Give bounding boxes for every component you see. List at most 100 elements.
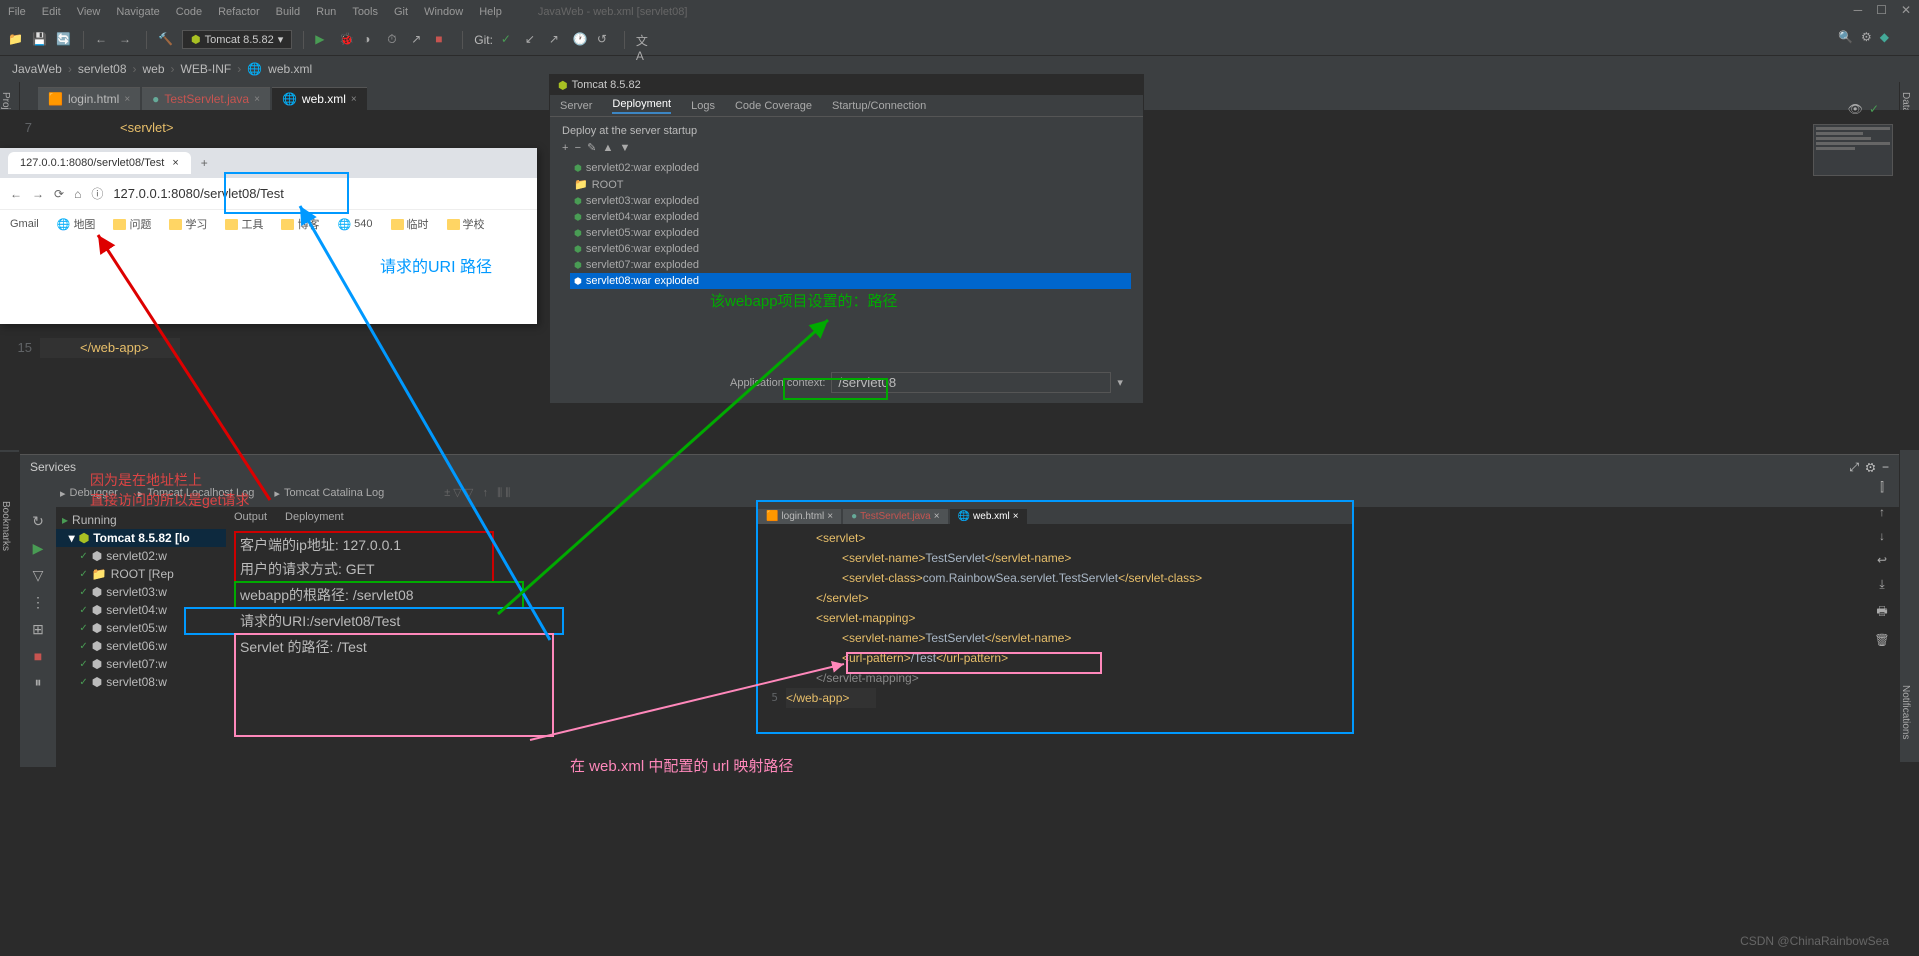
main-toolbar: 📁 💾 🔄 ← → 🔨 ⬢ Tomcat 8.5.82 ▾ ▶ 🐞 ◑ ⏱ ↗ … <box>0 24 1919 56</box>
svc-debug-icon[interactable]: ▶ <box>33 540 44 557</box>
browser-forward-icon[interactable]: → <box>32 187 44 201</box>
menu-build[interactable]: Build <box>276 6 300 18</box>
svc-more-icon[interactable]: ⋮ <box>31 594 45 611</box>
browser-reload-icon[interactable]: ⟳ <box>54 187 64 201</box>
hammer-icon[interactable]: 🔨 <box>158 32 174 48</box>
menu-help[interactable]: Help <box>479 6 502 18</box>
inner-code[interactable]: <servlet> <servlet-name>TestServlet</ser… <box>778 524 1352 734</box>
tab-webxml[interactable]: 🌐web.xml× <box>272 87 367 110</box>
cfg-tab-startup[interactable]: Startup/Connection <box>832 100 926 112</box>
coverage-icon[interactable]: ◑ <box>363 32 379 48</box>
git-update-icon[interactable]: ✓ <box>501 32 517 48</box>
menu-run[interactable]: Run <box>316 6 336 18</box>
run-config-dropdown[interactable]: ⬢ Tomcat 8.5.82 ▾ <box>182 30 292 49</box>
artifact-list[interactable]: ⬢servlet02:war exploded 📁ROOT ⬢servlet03… <box>562 160 1131 289</box>
minimap[interactable] <box>1813 124 1893 176</box>
trash-icon[interactable]: 🗑 <box>1874 633 1889 647</box>
bookmark-tools[interactable]: 工具 <box>225 216 263 232</box>
bookmark-school[interactable]: 学校 <box>447 216 485 232</box>
menu-window[interactable]: Window <box>424 6 463 18</box>
run-icon[interactable]: ▶ <box>315 32 331 48</box>
tab-login[interactable]: 🟧login.html× <box>38 87 140 110</box>
stop-icon[interactable]: ■ <box>435 32 451 48</box>
open-icon[interactable]: 📁 <box>8 32 24 48</box>
forward-icon[interactable]: → <box>119 32 135 48</box>
svc-group-icon[interactable]: ⊞ <box>32 621 44 638</box>
browser-tab[interactable]: 127.0.0.1:8080/servlet08/Test× <box>8 152 191 174</box>
down-button[interactable]: ▼ <box>619 142 630 154</box>
bookmark-blog[interactable]: 博客 <box>281 216 319 232</box>
ie-tab-webxml[interactable]: 🌐 web.xml × <box>950 509 1027 524</box>
edit-artifact-button[interactable]: ✎ <box>587 142 596 154</box>
svc-pause-icon[interactable]: ⏸ <box>35 674 42 691</box>
output-tab[interactable]: Output <box>234 511 267 523</box>
up-button[interactable]: ▲ <box>602 142 613 154</box>
git-commit-icon[interactable]: ↙ <box>525 32 541 48</box>
close-button[interactable]: ✕ <box>1901 3 1911 17</box>
bookmark-temp[interactable]: 临时 <box>391 216 429 232</box>
new-tab-button[interactable]: + <box>201 156 208 170</box>
deployment-tab[interactable]: Deployment <box>285 511 344 523</box>
maximize-button[interactable]: ☐ <box>1876 3 1887 17</box>
notifications-tool[interactable]: Notifications <box>1900 685 1919 739</box>
browser-back-icon[interactable]: ← <box>10 187 22 201</box>
svc-run-icon[interactable]: ↻ <box>32 513 44 530</box>
menu-navigate[interactable]: Navigate <box>116 6 159 18</box>
tomcat-icon: ⬢ <box>191 33 201 46</box>
ie-tab-login[interactable]: 🟧 login.html × <box>758 509 841 524</box>
minimize-button[interactable]: ─ <box>1854 3 1863 17</box>
svc-stop-icon[interactable]: ■ <box>34 648 42 664</box>
search-icon[interactable]: 🔍 <box>1838 30 1853 44</box>
inspection-widget[interactable]: 👁 ✓ <box>1848 102 1879 116</box>
tab-testservlet[interactable]: ●TestServlet.java× <box>142 87 270 110</box>
ie-tab-servlet[interactable]: ●TestServlet.java × <box>843 509 947 524</box>
col-down-icon[interactable]: ↓ <box>1879 529 1885 543</box>
catalina-log-tab[interactable]: ▸ Tomcat Catalina Log <box>274 487 384 500</box>
profile-icon[interactable]: ⏱ <box>387 32 403 48</box>
print-icon[interactable]: 🖶 <box>1876 602 1887 623</box>
git-push-icon[interactable]: ↗ <box>549 32 565 48</box>
sync-icon[interactable]: 🔄 <box>56 32 72 48</box>
svc-filter-icon[interactable]: ▽ <box>33 567 44 584</box>
menu-refactor[interactable]: Refactor <box>218 6 260 18</box>
save-icon[interactable]: 💾 <box>32 32 48 48</box>
menu-edit[interactable]: Edit <box>42 6 61 18</box>
ide-logo-icon: ◆ <box>1880 30 1889 44</box>
wrap-icon[interactable]: ↩ <box>1877 553 1887 567</box>
collapse-icon[interactable]: ⤢ <box>1849 460 1859 474</box>
menu-code[interactable]: Code <box>176 6 202 18</box>
cfg-tab-deployment[interactable]: Deployment <box>612 98 671 114</box>
attach-icon[interactable]: ↗ <box>411 32 427 48</box>
menu-file[interactable]: File <box>8 6 26 18</box>
cfg-tab-coverage[interactable]: Code Coverage <box>735 100 812 112</box>
git-rollback-icon[interactable]: ↺ <box>597 32 613 48</box>
add-artifact-button[interactable]: + <box>562 142 568 154</box>
debug-icon[interactable]: 🐞 <box>339 32 355 48</box>
bookmark-maps[interactable]: 🌐地图 <box>57 216 96 232</box>
gear-icon[interactable]: ⚙ <box>1866 460 1876 474</box>
col-up-icon[interactable]: ↑ <box>1879 505 1885 519</box>
menu-tools[interactable]: Tools <box>352 6 378 18</box>
bookmark-540[interactable]: 🌐540 <box>337 218 372 231</box>
application-context-input[interactable] <box>831 372 1111 393</box>
bookmark-study[interactable]: 学习 <box>169 216 207 232</box>
bookmarks-tool[interactable]: Bookmarks <box>0 501 19 551</box>
cfg-tab-server[interactable]: Server <box>560 100 592 112</box>
bookmark-gmail[interactable]: Gmail <box>10 218 39 230</box>
git-history-icon[interactable]: 🕐 <box>573 32 589 48</box>
services-tree[interactable]: ▸Running ▾ ⬢Tomcat 8.5.82 [lo ✓⬢servlet0… <box>56 507 226 767</box>
remove-artifact-button[interactable]: − <box>575 142 581 154</box>
back-icon[interactable]: ← <box>95 32 111 48</box>
gear-icon[interactable]: ⚙ <box>1861 30 1872 44</box>
cfg-tab-logs[interactable]: Logs <box>691 100 715 112</box>
scroll-icon[interactable]: ⤓ <box>1879 577 1884 592</box>
filter-icon[interactable]: ⫿ <box>1880 480 1884 495</box>
bookmark-question[interactable]: 问题 <box>113 216 151 232</box>
translate-icon[interactable]: 文A <box>636 32 652 48</box>
hide-icon[interactable]: − <box>1882 460 1889 474</box>
info-icon[interactable]: ⓘ <box>91 185 103 202</box>
menu-view[interactable]: View <box>77 6 101 18</box>
menu-git[interactable]: Git <box>394 6 408 18</box>
browser-home-icon[interactable]: ⌂ <box>74 187 81 201</box>
address-bar[interactable]: 127.0.0.1:8080/servlet08/Test <box>113 186 527 201</box>
